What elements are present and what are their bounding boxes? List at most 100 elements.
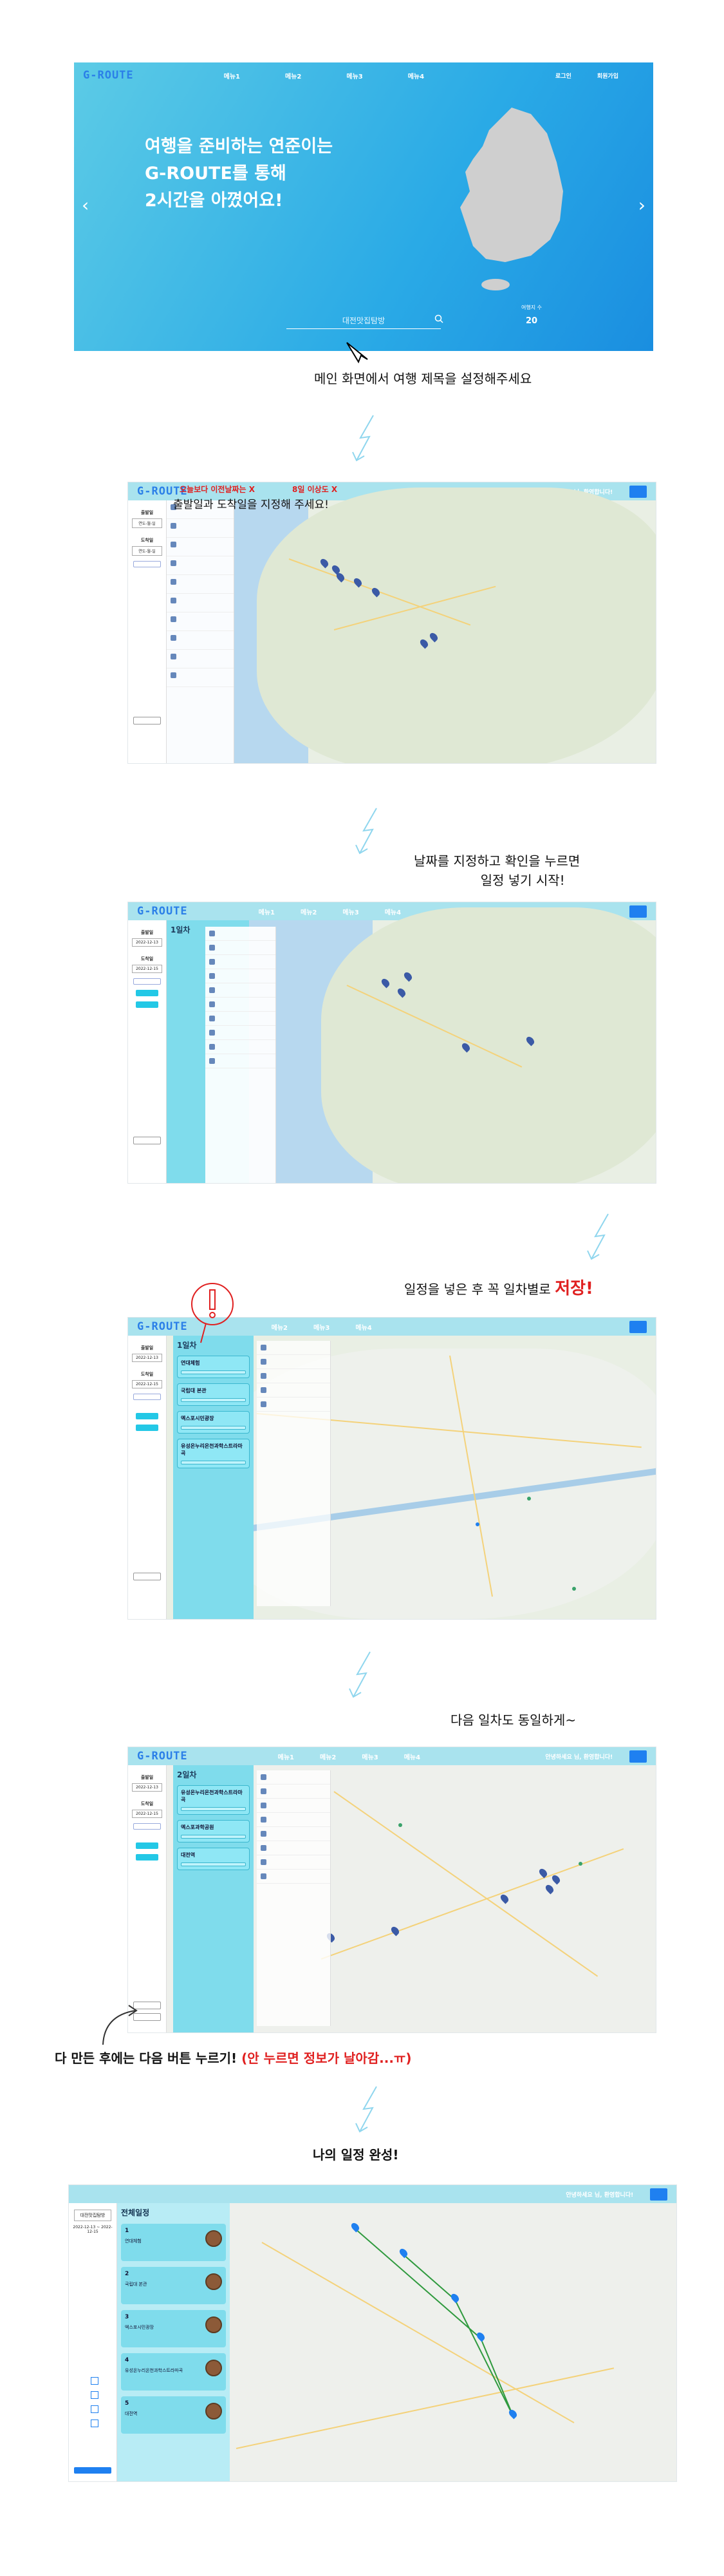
nav-menu-4[interactable]: 메뉴4 [404,1752,420,1761]
nav-menu-3[interactable]: 메뉴3 [313,1322,330,1332]
list-item[interactable] [257,1770,330,1785]
signup-link[interactable]: 회원가입 [597,71,618,80]
list-item[interactable] [205,927,275,941]
day-button[interactable] [136,1854,158,1861]
nav-menu-1[interactable]: 메뉴1 [278,1752,294,1761]
confirm-button[interactable] [133,1823,161,1830]
list-item[interactable] [205,1040,275,1054]
home-icon[interactable] [91,2377,98,2385]
schedule-card[interactable]: 유성온누리온천과학스트라마곡 [177,1439,250,1468]
list-item[interactable] [257,1870,330,1884]
day-button[interactable] [136,1842,158,1849]
list-item[interactable] [257,1369,330,1383]
list-item[interactable] [205,998,275,1012]
day-button[interactable] [136,1425,158,1431]
list-item[interactable] [257,1813,330,1827]
end-date-input[interactable]: 2022-12-15 [132,1810,162,1818]
start-date-input[interactable]: 연도-월-일 [132,518,162,528]
list-item[interactable] [205,983,275,998]
place-list[interactable] [167,500,234,763]
next-button[interactable] [133,1573,161,1580]
nav-menu-2[interactable]: 메뉴2 [301,907,317,916]
logo[interactable]: G-ROUTE [137,1750,188,1763]
next-button[interactable] [133,1137,161,1144]
logout-button[interactable] [629,485,647,498]
complete-button[interactable] [74,2467,111,2474]
nav-menu-1[interactable]: 메뉴1 [224,71,240,80]
list-item[interactable] [257,1341,330,1355]
chevron-right-icon[interactable]: › [638,194,645,216]
logo[interactable]: G-ROUTE [137,1320,188,1333]
list-item[interactable] [205,955,275,969]
search-icon[interactable] [434,314,443,323]
itinerary-stop[interactable]: 3 엑스포시민광장 [121,2310,226,2347]
itinerary-stop[interactable]: 4 유성온누리온천과학스트라마곡 [121,2353,226,2391]
logo[interactable]: G-ROUTE [83,69,134,82]
confirm-button[interactable] [133,561,161,567]
nav-menu-2[interactable]: 메뉴2 [272,1322,288,1332]
end-date-input[interactable]: 2022-12-15 [132,965,162,973]
list-item[interactable] [167,631,234,650]
start-date-input[interactable]: 2022-12-13 [132,938,162,947]
place-list[interactable] [257,1341,331,1606]
list-item[interactable] [167,538,234,556]
card-memo[interactable] [181,1835,246,1839]
start-date-input[interactable]: 2022-12-13 [132,1354,162,1362]
list-item[interactable] [257,1841,330,1855]
itinerary-stop[interactable]: 1 연대체험 [121,2224,226,2261]
start-date-input[interactable]: 2022-12-13 [132,1783,162,1792]
list-item[interactable] [167,556,234,575]
nav-menu-4[interactable]: 메뉴4 [355,1322,371,1332]
schedule-card[interactable]: 연대체험 [177,1356,250,1378]
list-item[interactable] [167,575,234,594]
list-item[interactable] [257,1785,330,1799]
nav-menu-4[interactable]: 메뉴4 [408,71,424,80]
list-item[interactable] [205,1026,275,1040]
nav-menu-3[interactable]: 메뉴3 [362,1752,378,1761]
schedule-card[interactable]: 대전역 [177,1848,250,1870]
logo[interactable]: G-ROUTE [137,905,188,918]
list-item[interactable] [257,1799,330,1813]
calendar-icon[interactable] [91,2391,98,2399]
day-button[interactable] [136,990,158,996]
nav-menu-2[interactable]: 메뉴2 [320,1752,336,1761]
list-item[interactable] [167,612,234,631]
list-item[interactable] [257,1855,330,1870]
share-icon[interactable] [91,2405,98,2413]
list-item[interactable] [257,1397,330,1412]
itinerary-stop[interactable]: 2 국립대 본관 [121,2267,226,2304]
list-item[interactable] [167,650,234,668]
card-memo[interactable] [181,1370,246,1374]
list-item[interactable] [205,1054,275,1068]
end-date-input[interactable]: 2022-12-15 [132,1380,162,1388]
list-item[interactable] [167,594,234,612]
confirm-button[interactable] [133,1394,161,1400]
list-item[interactable] [167,519,234,538]
nav-menu-3[interactable]: 메뉴3 [342,907,358,916]
day-button[interactable] [136,1413,158,1419]
schedule-card[interactable]: 엑스포과학공원 [177,1820,250,1842]
card-memo[interactable] [181,1461,246,1464]
login-link[interactable]: 로그인 [555,71,571,80]
list-item[interactable] [205,969,275,983]
itinerary-stop[interactable]: 5 대전역 [121,2396,226,2434]
day-button[interactable] [136,1001,158,1008]
list-item[interactable] [205,1012,275,1026]
schedule-card[interactable]: 유성온누리온천과학스트라마곡 [177,1785,250,1815]
next-button[interactable] [133,717,161,724]
logout-button[interactable] [629,1750,647,1763]
schedule-card[interactable]: 국립대 본관 [177,1383,250,1406]
card-memo[interactable] [181,1398,246,1402]
chevron-left-icon[interactable]: ‹ [82,194,89,216]
logout-button[interactable] [629,1320,647,1333]
list-item[interactable] [257,1355,330,1369]
logout-button[interactable] [650,2188,667,2201]
search-input[interactable]: 대전맛집탐방 [286,312,443,329]
end-date-input[interactable]: 연도-월-일 [132,546,162,556]
print-icon[interactable] [91,2420,98,2427]
list-item[interactable] [257,1383,330,1397]
nav-menu-2[interactable]: 메뉴2 [285,71,301,80]
card-memo[interactable] [181,1426,246,1430]
nav-menu-1[interactable]: 메뉴1 [259,907,275,916]
schedule-card[interactable]: 엑스포시민광장 [177,1411,250,1434]
